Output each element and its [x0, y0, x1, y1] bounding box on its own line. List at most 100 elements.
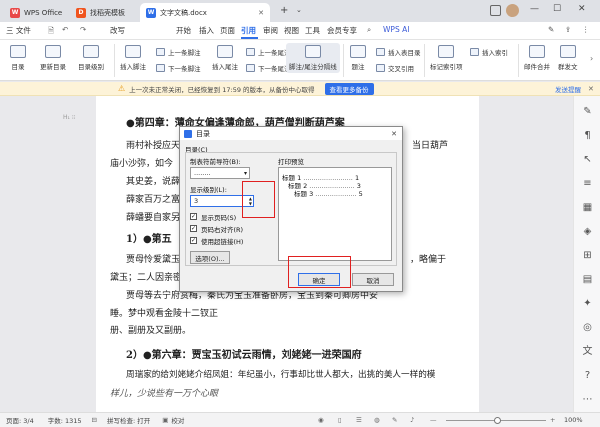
insert-table-figures-button[interactable]: 插入表目录 [376, 47, 421, 57]
prev-footnote-button[interactable]: 上一条脚注 [156, 47, 201, 57]
insert-footnote-button[interactable]: 插入脚注 [120, 45, 146, 71]
web-view-icon[interactable]: ◍ [374, 416, 380, 424]
chevron-down-icon[interactable]: ⌄ [296, 6, 302, 14]
leader-select[interactable]: ........ ▾ [190, 167, 250, 179]
menu-file[interactable]: 三 文件 [6, 25, 31, 36]
window-layout-icon[interactable] [490, 5, 501, 16]
caption-button[interactable]: 题注 [350, 45, 366, 71]
update-toc-icon [45, 45, 61, 58]
menu-reference[interactable]: 引用 [241, 25, 256, 36]
mail-merge-button[interactable]: 邮件合并 [524, 45, 550, 71]
proof-icon: ▣ [162, 416, 169, 424]
dialog-close-icon[interactable]: ✕ [391, 130, 397, 138]
outline-view-icon[interactable]: ☰ [356, 416, 362, 424]
shapes-icon[interactable]: ◈ [582, 226, 593, 237]
menu-edit-mode[interactable]: 改写 [110, 25, 125, 36]
close-notice-icon[interactable]: ✕ [588, 85, 594, 93]
zoom-in-icon[interactable]: + [550, 416, 555, 424]
more-tools-icon[interactable]: ⋯ [582, 394, 593, 405]
menu-start[interactable]: 开始 [176, 25, 191, 36]
chevron-down-icon: ▾ [243, 169, 247, 177]
docer-icon: D [76, 7, 86, 18]
ribbon-divider [518, 44, 519, 77]
menu-tools[interactable]: 工具 [305, 25, 320, 36]
show-pages-checkbox[interactable]: ✓ [190, 213, 197, 220]
menu-insert[interactable]: 插入 [199, 25, 214, 36]
search-icon[interactable]: ⌕ [367, 25, 371, 35]
view-backups-link[interactable]: 查看更多备份 [324, 82, 374, 95]
avatar[interactable] [506, 4, 519, 17]
new-tab-icon[interactable]: + [280, 5, 288, 16]
next-endnote-button[interactable]: 下一条尾注 [246, 63, 291, 73]
close-window-icon[interactable]: ✕ [578, 4, 586, 14]
cross-ref-button[interactable]: 交叉引用 [376, 63, 414, 73]
more-icon[interactable]: ⋮ [582, 25, 590, 34]
edit-icon[interactable]: ✎ [582, 106, 593, 117]
cancel-button[interactable]: 取消 [352, 273, 394, 286]
insert-index-button[interactable]: 插入索引 [470, 47, 508, 57]
menu-page[interactable]: 页面 [220, 25, 235, 36]
layout-icon[interactable]: ▦ [582, 202, 593, 213]
next-footnote-button[interactable]: 下一条脚注 [156, 63, 201, 73]
toc-level-button[interactable]: 目录级别 [78, 45, 104, 71]
zoom-level[interactable]: 100% [564, 416, 583, 424]
translate-icon[interactable]: 文 [582, 346, 593, 357]
update-toc-button[interactable]: 更新目录 [40, 45, 66, 71]
ribbon-scroll-right-icon[interactable]: › [590, 54, 593, 63]
cursor-icon[interactable]: ↖ [582, 154, 593, 165]
tab-wps-office[interactable]: W WPS Office [4, 3, 68, 22]
help-icon[interactable]: ? [582, 370, 593, 381]
caption-label: 题注 [351, 63, 365, 71]
wps-ai-button[interactable]: WPS AI [383, 25, 409, 34]
use-links-checkbox[interactable]: ✓ [190, 237, 197, 244]
sound-icon[interactable]: ♪ [410, 416, 414, 424]
menu-member[interactable]: 会员专享 [327, 25, 357, 36]
group-send-button[interactable]: 群发文 [558, 45, 578, 71]
mark-index-button[interactable]: 标记索引项 [430, 45, 463, 71]
send-reminder-link[interactable]: 发送提醒 [555, 84, 581, 94]
footnote-separator-button[interactable]: 脚注/尾注分隔线 [286, 43, 340, 73]
doc-line: 其史姜，说薛 [126, 177, 181, 187]
active-tab-indicator [241, 37, 258, 39]
comment-icon[interactable]: ✎ [548, 25, 554, 34]
maximize-icon[interactable]: ☐ [553, 4, 561, 14]
options-button[interactable]: 选项(O)... [190, 251, 230, 264]
redo-icon[interactable]: ↷ [80, 25, 86, 34]
doc-line: 薛蟠要自家另 [126, 213, 181, 223]
tab-document[interactable]: W 文字文稿.docx ✕ [140, 3, 270, 22]
globe-icon[interactable]: ◎ [582, 322, 593, 333]
read-view-icon[interactable]: ✎ [392, 416, 397, 424]
undo-icon[interactable]: ↶ [62, 25, 68, 34]
word-count[interactable]: 字数: 1315 [48, 415, 82, 425]
prev-endnote-button[interactable]: 上一条尾注 [246, 47, 291, 57]
zoom-out-icon[interactable]: — [430, 416, 437, 424]
align-right-checkbox[interactable]: ✓ [190, 225, 197, 232]
tab-docer[interactable]: D 找稻壳模板 [70, 3, 131, 22]
grid-icon[interactable]: ⊞ [582, 250, 593, 261]
show-pages-label: 显示页码(S) [201, 214, 237, 222]
share-icon[interactable]: ⇪ [565, 25, 571, 34]
section-heading: 2）●第六章：贾宝玉初试云雨情，刘姥姥一进荣国府 [126, 350, 362, 361]
zoom-slider-handle[interactable] [494, 417, 501, 424]
menu-review[interactable]: 审阅 [263, 25, 278, 36]
spell-check[interactable]: 拼写检查: 打开 [107, 415, 150, 425]
writer-doc-icon: W [146, 7, 156, 18]
style-icon[interactable]: ¶ [582, 130, 593, 141]
minimize-icon[interactable]: — [530, 4, 539, 14]
sparkle-icon[interactable]: ✦ [582, 298, 593, 309]
page-indicator[interactable]: 页面: 3/4 [6, 415, 34, 425]
eye-icon[interactable]: ◉ [318, 416, 324, 424]
toc-button[interactable]: 目录 [10, 45, 26, 71]
close-tab-icon[interactable]: ✕ [258, 9, 264, 17]
insert-endnote-button[interactable]: 插入尾注 [212, 45, 238, 71]
update-toc-label: 更新目录 [40, 63, 66, 71]
adjust-icon[interactable]: ≡ [582, 178, 593, 189]
proof-label[interactable]: 校对 [171, 415, 184, 425]
save-icon[interactable]: 🗎 [48, 25, 54, 38]
toc-level-icon [83, 45, 99, 58]
caption-icon [350, 45, 366, 58]
menu-view[interactable]: 视图 [284, 25, 299, 36]
toolbox-icon[interactable]: ▤ [582, 274, 593, 285]
page-view-icon[interactable]: ▯ [338, 416, 342, 424]
language-icon[interactable]: ⊟ [92, 416, 97, 424]
